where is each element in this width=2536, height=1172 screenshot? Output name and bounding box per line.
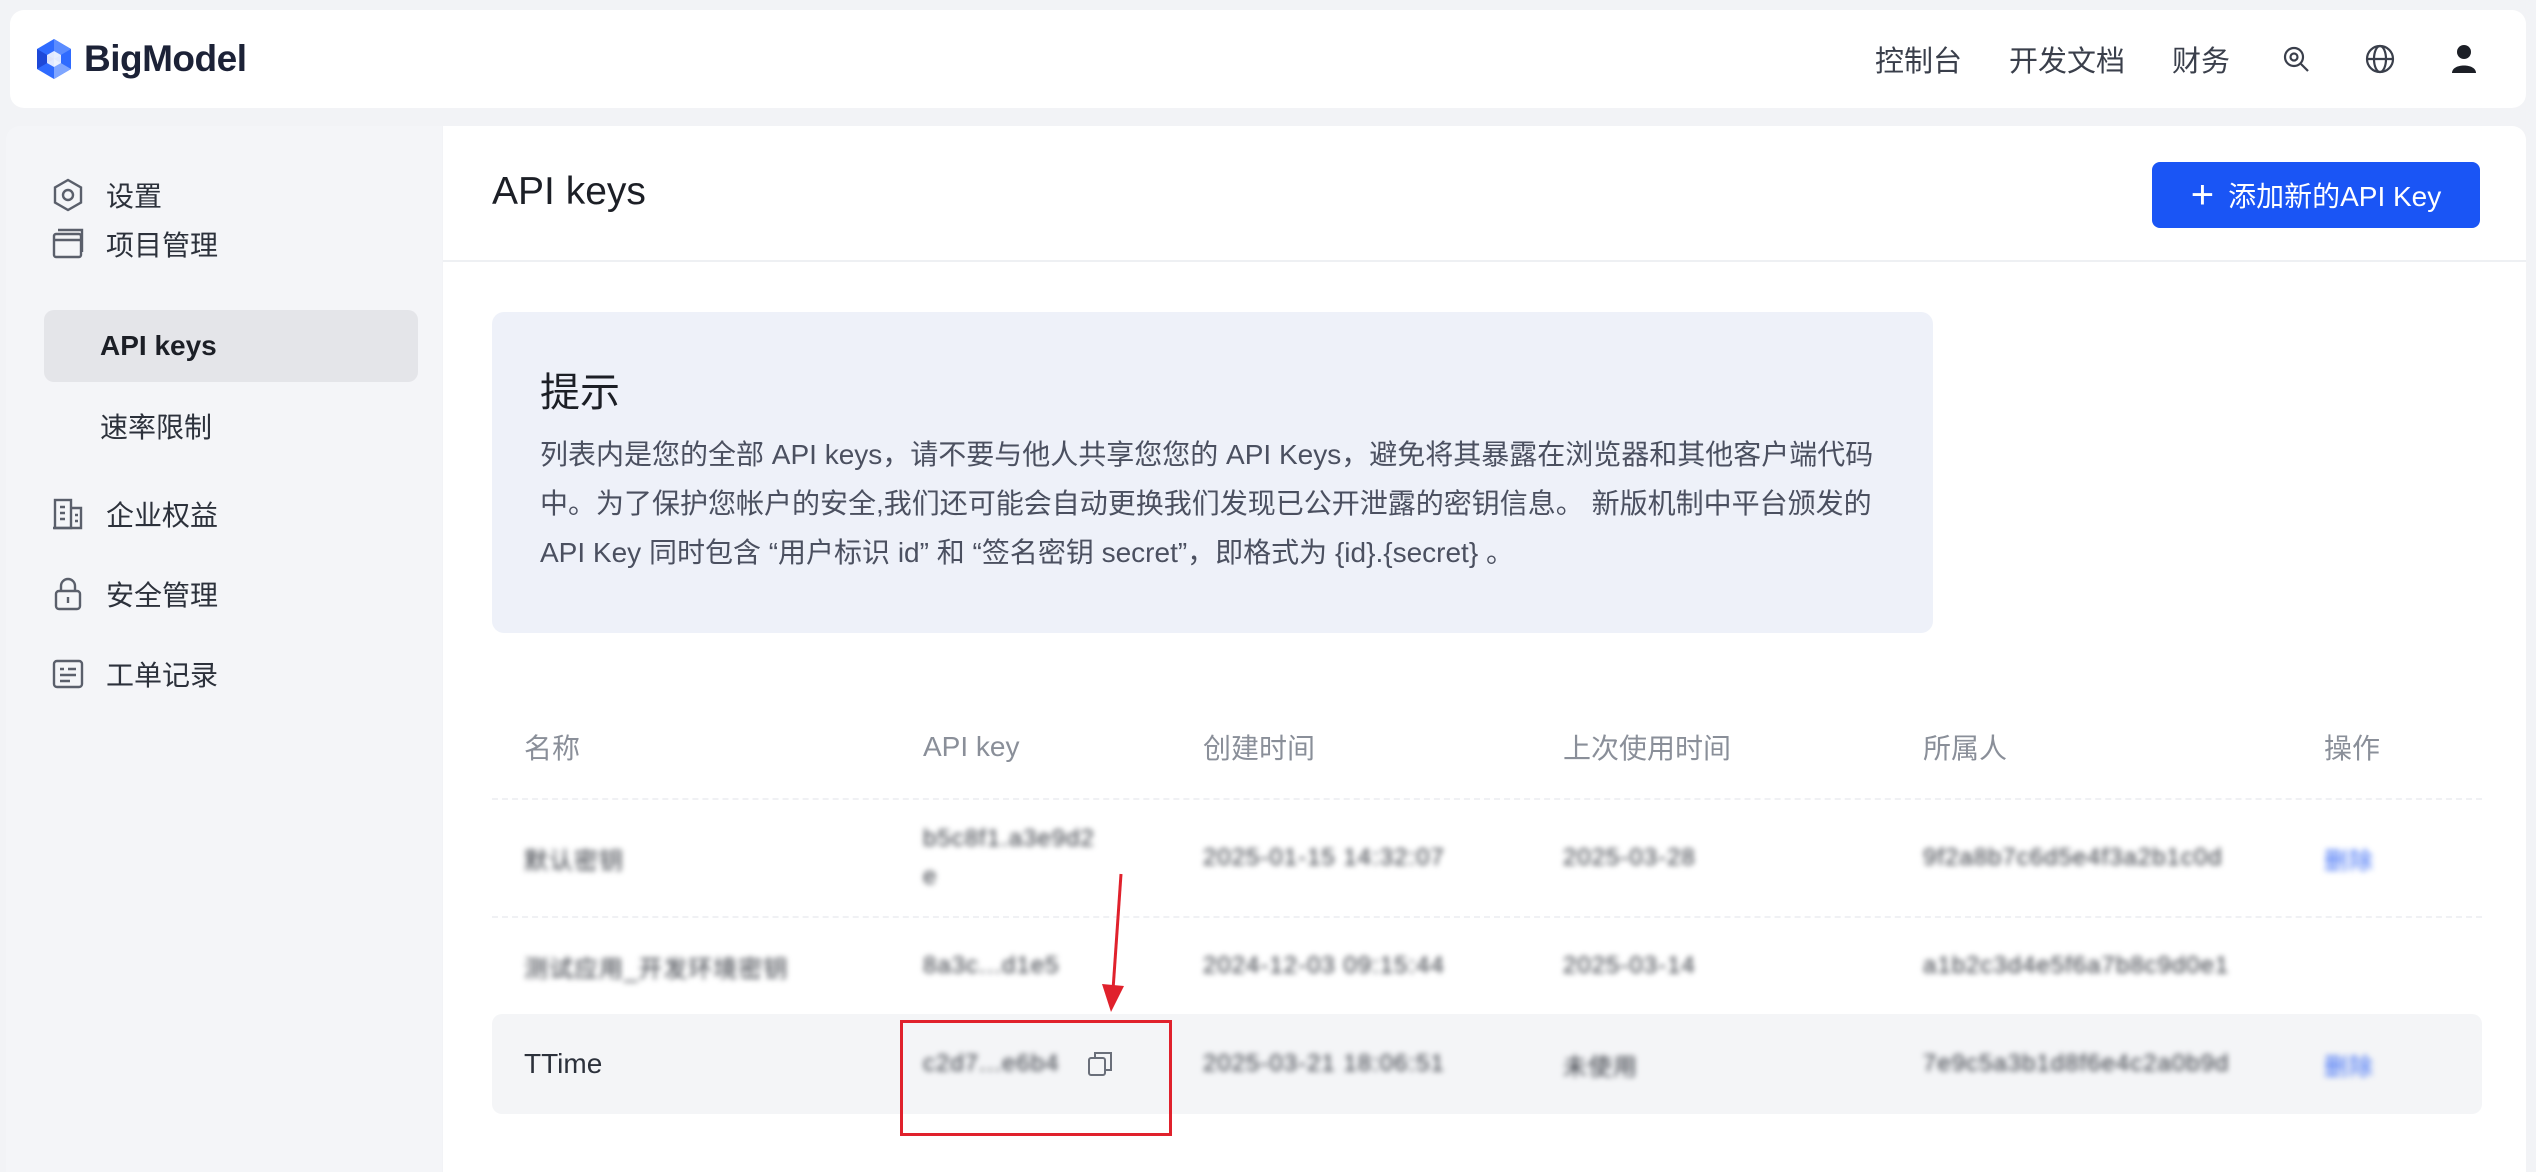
owner-id: 7e9c5a3b1d8f6e4c2a0b9d <box>1923 1050 2230 1077</box>
sidebar-item-label: 项目管理 <box>106 230 219 261</box>
top-header: BigModel 控制台 开发文档 财务 <box>10 10 2526 108</box>
sidebar-item-label: 工单记录 <box>106 660 219 691</box>
sidebar-item-tickets[interactable]: 工单记录 <box>44 638 418 710</box>
owner-id: a1b2c3d4e5f6a7b8c9d0e1 <box>1923 952 2230 979</box>
api-keys-table: 名称 API key 创建时间 上次使用时间 所属人 操作 默认密钥 b5c8f… <box>492 696 2482 1114</box>
tip-panel: 提示 列表内是您的全部 API keys，请不要与他人共享您您的 API Key… <box>492 312 1933 633</box>
sidebar-item-api-keys[interactable]: API keys <box>44 310 418 382</box>
last-used-time: 未使用 <box>1563 1053 1638 1081</box>
page-header: API keys + 添加新的API Key <box>443 126 2526 262</box>
globe-icon[interactable] <box>2362 41 2398 77</box>
sidebar-item-label: 企业权益 <box>106 500 219 531</box>
user-icon[interactable] <box>2446 41 2482 77</box>
last-used-time: 2025-03-14 <box>1563 952 1696 979</box>
building-icon <box>48 494 88 534</box>
sidebar-item-label: 速率限制 <box>100 412 213 443</box>
tip-body: 列表内是您的全部 API keys，请不要与他人共享您您的 API Keys，避… <box>540 439 1874 568</box>
created-time: 2025-03-21 18:06:51 <box>1203 1050 1445 1077</box>
table-row: 默认密钥 b5c8f1.a3e9d2 e 2025-01-15 14:32:07… <box>492 798 2482 916</box>
sidebar-item-projects[interactable]: 项目管理 <box>44 208 418 280</box>
table-header: 名称 API key 创建时间 上次使用时间 所属人 操作 <box>492 696 2482 798</box>
ticket-icon <box>48 654 88 694</box>
sidebar-item-label: API keys <box>100 330 217 361</box>
key-name: 测试应用_开发环境密钥 <box>524 955 789 983</box>
column-header-actions: 操作 <box>2324 733 2381 764</box>
add-api-key-button[interactable]: + 添加新的API Key <box>2152 162 2480 228</box>
sidebar-item-label: 安全管理 <box>106 580 219 611</box>
column-header-owner: 所属人 <box>1923 733 2008 764</box>
owner-id: 9f2a8b7c6d5e4f3a2b1c0d <box>1923 844 2223 871</box>
column-header-key: API key <box>923 731 1020 762</box>
add-api-key-label: 添加新的API Key <box>2228 181 2442 212</box>
tip-title: 提示 <box>540 371 620 415</box>
nav-finance[interactable]: 财务 <box>2172 38 2230 80</box>
sidebar-item-rate-limit[interactable]: 速率限制 <box>44 390 418 462</box>
brand-name: BigModel <box>84 38 247 79</box>
support-icon[interactable] <box>2278 41 2314 77</box>
api-key-value: 8a3c...d1e5 <box>923 952 1060 979</box>
delete-link[interactable]: 删除 <box>2324 841 2374 876</box>
bigmodel-logo-icon <box>37 39 71 79</box>
copy-icon[interactable] <box>1085 1049 1115 1079</box>
created-time: 2024-12-03 09:15:44 <box>1203 952 1445 979</box>
last-used-time: 2025-03-28 <box>1563 844 1696 871</box>
api-key-value: b5c8f1.a3e9d2 e <box>923 825 1095 890</box>
folder-icon <box>48 224 88 264</box>
page-title: API keys <box>492 170 646 213</box>
sidebar-item-enterprise[interactable]: 企业权益 <box>44 478 418 550</box>
brand-logo[interactable]: BigModel <box>32 37 247 81</box>
created-time: 2025-01-15 14:32:07 <box>1203 844 1445 871</box>
plus-icon: + <box>2190 173 2215 217</box>
main-content: API keys + 添加新的API Key 提示 列表内是您的全部 API k… <box>443 126 2526 1172</box>
table-row: 测试应用_开发环境密钥 8a3c...d1e5 2024-12-03 09:15… <box>492 916 2482 1014</box>
sidebar-item-security[interactable]: 安全管理 <box>44 558 418 630</box>
nav-docs[interactable]: 开发文档 <box>2009 38 2125 80</box>
column-header-last-used: 上次使用时间 <box>1563 733 1732 764</box>
lock-icon <box>48 574 88 614</box>
key-name: TTime <box>524 1048 603 1079</box>
api-key-value: c2d7...e6b4 <box>923 1050 1060 1077</box>
nav-console[interactable]: 控制台 <box>1875 38 1962 80</box>
key-name: 默认密钥 <box>524 847 624 875</box>
top-nav: 控制台 开发文档 财务 <box>1828 10 2526 108</box>
sidebar: 设置 项目管理 API keys 速率限制 企业权益 安全管理 工单记录 <box>6 126 442 1172</box>
table-row: TTime c2d7...e6b4 2025-03-21 18:06:51 未使… <box>492 1014 2482 1114</box>
delete-link[interactable]: 删除 <box>2324 1047 2374 1082</box>
column-header-name: 名称 <box>524 733 581 764</box>
column-header-created: 创建时间 <box>1203 733 1316 764</box>
